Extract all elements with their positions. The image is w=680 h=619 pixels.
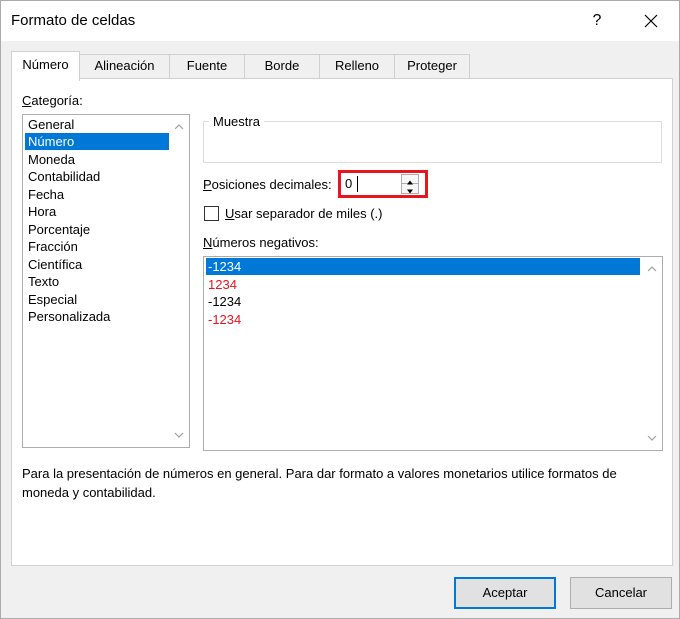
decimals-label: Posiciones decimales: — [203, 177, 332, 192]
negatives-label: Números negativos: — [203, 235, 319, 250]
close-icon — [644, 14, 658, 28]
close-button[interactable] — [631, 6, 671, 36]
category-item-contabilidad[interactable]: Contabilidad — [25, 168, 169, 185]
spinner-up-button[interactable] — [402, 175, 418, 185]
category-item-porcentaje[interactable]: Porcentaje — [25, 221, 169, 238]
category-list[interactable]: General Número Moneda Contabilidad Fecha… — [22, 114, 190, 448]
spinner-buttons — [401, 174, 419, 194]
tab-proteger[interactable]: Proteger — [394, 54, 470, 79]
tab-alineacion[interactable]: Alineación — [79, 54, 170, 79]
thousands-separator-checkbox[interactable] — [204, 206, 219, 221]
tab-panel-numero: Categoría: General Número Moneda Contabi… — [11, 78, 673, 566]
category-item-numero[interactable]: Número — [25, 133, 169, 150]
scroll-down-icon[interactable] — [646, 432, 658, 444]
tab-strip: Número Alineación Fuente Borde Relleno P… — [11, 51, 671, 81]
scroll-up-icon[interactable] — [646, 263, 658, 275]
category-scrollbar[interactable] — [169, 115, 189, 447]
spinner-down-button[interactable] — [402, 184, 418, 194]
category-item-especial[interactable]: Especial — [25, 291, 169, 308]
category-item-fecha[interactable]: Fecha — [25, 186, 169, 203]
cancel-button[interactable]: Cancelar — [570, 577, 672, 609]
scroll-down-icon[interactable] — [173, 429, 185, 441]
category-item-fraccion[interactable]: Fracción — [25, 238, 169, 255]
text-caret — [357, 176, 358, 192]
decimals-spinner[interactable]: 0 — [338, 170, 428, 198]
category-label: Categoría: — [22, 93, 83, 108]
triangle-down-icon — [407, 189, 413, 194]
ok-button[interactable]: Aceptar — [454, 577, 556, 609]
tab-numero[interactable]: Número — [11, 51, 80, 81]
category-description: Para la presentación de números en gener… — [22, 466, 617, 500]
category-item-texto[interactable]: Texto — [25, 273, 169, 290]
tab-relleno[interactable]: Relleno — [319, 54, 395, 79]
decimals-input[interactable]: 0 — [343, 175, 399, 193]
title-bar: Formato de celdas ? — [1, 1, 679, 41]
category-item-personalizada[interactable]: Personalizada — [25, 308, 169, 325]
thousands-separator-label[interactable]: Usar separador de miles (.) — [225, 206, 383, 221]
format-cells-dialog: Formato de celdas ? Número Alineación Fu… — [0, 0, 680, 619]
negative-format-item[interactable]: -1234 — [206, 311, 640, 328]
negative-format-item[interactable]: 1234 — [206, 276, 640, 293]
category-item-general[interactable]: General — [25, 116, 169, 133]
scroll-up-icon[interactable] — [173, 121, 185, 133]
negative-format-item[interactable]: -1234 — [206, 258, 640, 275]
tab-borde[interactable]: Borde — [244, 54, 320, 79]
negative-numbers-list[interactable]: -1234 1234 -1234 -1234 — [203, 256, 663, 451]
category-item-cientifica[interactable]: Científica — [25, 256, 169, 273]
window-title: Formato de celdas — [11, 12, 136, 29]
help-button[interactable]: ? — [579, 6, 615, 36]
category-item-moneda[interactable]: Moneda — [25, 151, 169, 168]
negative-format-item[interactable]: -1234 — [206, 293, 640, 310]
category-item-hora[interactable]: Hora — [25, 203, 169, 220]
negatives-scrollbar[interactable] — [642, 257, 662, 450]
sample-box — [203, 121, 662, 163]
tab-fuente[interactable]: Fuente — [169, 54, 245, 79]
sample-legend: Muestra — [209, 114, 264, 129]
